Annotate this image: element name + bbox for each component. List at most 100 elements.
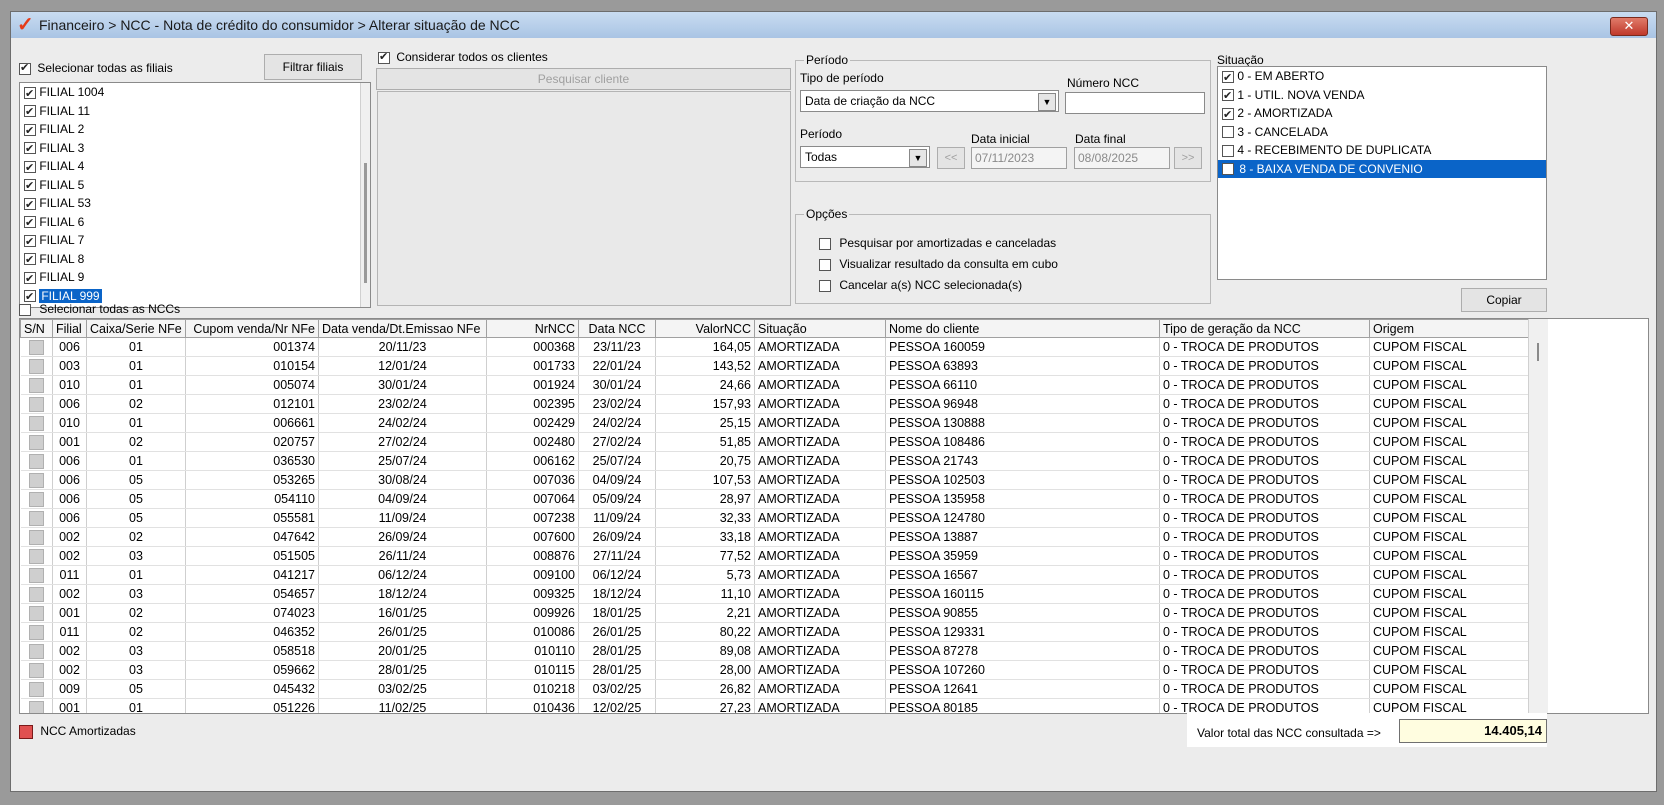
table-row[interactable]: 010 01 006661 24/02/24 002429 24/02/24 25,15 AM… <box>20 413 1529 433</box>
row-checkbox[interactable] <box>28 605 44 621</box>
row-select-cell[interactable] <box>20 527 53 547</box>
table-row[interactable]: 006 02 012101 23/02/24 002395 23/02/24 157,93 A… <box>20 394 1529 414</box>
table-row[interactable]: 002 03 051505 26/11/24 008876 27/11/24 77,52 AM… <box>20 546 1529 566</box>
situacao-item[interactable]: 2 - AMORTIZADA <box>1218 104 1546 124</box>
checkbox-icon[interactable] <box>24 233 36 251</box>
filiais-list[interactable]: FILIAL 1004 FILIAL 11 FILIAL 2 FILIAL 3 … <box>19 82 371 308</box>
filial-item[interactable]: FILIAL 4 <box>20 157 370 177</box>
row-select-cell[interactable] <box>20 451 53 471</box>
table-row[interactable]: 002 03 054657 18/12/24 009325 18/12/24 11,10 AM… <box>20 584 1529 604</box>
row-checkbox[interactable] <box>28 548 44 564</box>
checkbox-icon[interactable] <box>24 288 36 307</box>
row-select-cell[interactable] <box>20 641 53 661</box>
filial-item[interactable]: FILIAL 11 <box>20 102 370 122</box>
column-header[interactable]: Tipo de geração da NCC <box>1159 319 1370 338</box>
row-checkbox[interactable] <box>28 491 44 507</box>
column-header[interactable]: Nome do cliente <box>885 319 1160 338</box>
row-select-cell[interactable] <box>20 603 53 623</box>
checkbox-icon[interactable] <box>1222 163 1234 176</box>
checkbox-icon[interactable] <box>1222 144 1234 157</box>
row-checkbox[interactable] <box>28 586 44 602</box>
situacao-item[interactable]: 3 - CANCELADA <box>1218 123 1546 142</box>
checkbox-icon[interactable] <box>24 122 36 140</box>
next-period-button[interactable]: >> <box>1174 147 1202 169</box>
row-checkbox[interactable] <box>28 339 44 355</box>
column-header[interactable]: Data NCC <box>578 319 656 338</box>
situacao-item[interactable]: 0 - EM ABERTO <box>1218 67 1546 87</box>
option-cancelar-ncc[interactable]: Cancelar a(s) NCC selecionada(s) <box>819 278 1022 292</box>
checkbox-icon[interactable] <box>1222 106 1234 124</box>
table-row[interactable]: 006 05 055581 11/09/24 007238 11/09/24 32,33 AM… <box>20 508 1529 528</box>
filiais-scrollbar[interactable] <box>360 83 370 307</box>
row-checkbox[interactable] <box>28 643 44 659</box>
chevron-down-icon[interactable]: ▼ <box>1038 93 1056 111</box>
filiais-scroll-thumb[interactable] <box>364 163 367 283</box>
chevron-down-icon[interactable]: ▼ <box>909 149 927 167</box>
table-row[interactable]: 002 03 059662 28/01/25 010115 28/01/25 28,00 AM… <box>20 660 1529 680</box>
data-inicial-input[interactable]: 07/11/2023 <box>971 147 1067 169</box>
checkbox-icon[interactable] <box>24 159 36 177</box>
checkbox-icon[interactable] <box>24 214 36 233</box>
numero-ncc-input[interactable] <box>1065 92 1205 114</box>
row-select-cell[interactable] <box>20 679 53 699</box>
row-checkbox[interactable] <box>28 434 44 450</box>
column-header[interactable]: NrNCC <box>486 319 579 338</box>
table-row[interactable]: 006 05 054110 04/09/24 007064 05/09/24 28,97 AM… <box>20 489 1529 509</box>
row-checkbox[interactable] <box>28 415 44 431</box>
data-final-input[interactable]: 08/08/2025 <box>1074 147 1170 169</box>
row-select-cell[interactable] <box>20 622 53 642</box>
row-checkbox[interactable] <box>28 700 44 713</box>
row-checkbox[interactable] <box>28 624 44 640</box>
checkbox-icon[interactable] <box>24 196 36 214</box>
row-select-cell[interactable] <box>20 546 53 566</box>
option-amortizadas-canceladas[interactable]: Pesquisar por amortizadas e canceladas <box>819 236 1056 250</box>
column-header[interactable]: Origem <box>1369 319 1529 338</box>
column-header[interactable]: Situação <box>754 319 886 338</box>
checkbox-icon[interactable] <box>24 140 36 159</box>
table-row[interactable]: 011 02 046352 26/01/25 010086 26/01/25 80,22 AM… <box>20 622 1529 642</box>
situacao-list[interactable]: 0 - EM ABERTO 1 - UTIL. NOVA VENDA 2 - A… <box>1217 66 1547 280</box>
grid-scroll-thumb[interactable] <box>1537 343 1539 361</box>
close-button[interactable]: ✕ <box>1610 17 1648 36</box>
row-checkbox[interactable] <box>28 453 44 469</box>
checkbox-icon[interactable] <box>1222 69 1234 87</box>
checkbox-icon[interactable] <box>24 85 36 103</box>
filial-item[interactable]: FILIAL 8 <box>20 250 370 270</box>
column-header[interactable]: Cupom venda/Nr NFe <box>185 319 319 338</box>
checkbox-icon[interactable] <box>1222 87 1234 106</box>
table-row[interactable]: 009 05 045432 03/02/25 010218 03/02/25 26,82 AM… <box>20 679 1529 699</box>
row-checkbox[interactable] <box>28 472 44 488</box>
tipo-periodo-select[interactable]: Data de criação da NCC ▼ <box>800 90 1059 112</box>
filial-item[interactable]: FILIAL 5 <box>20 176 370 196</box>
row-select-cell[interactable] <box>20 470 53 490</box>
filial-item[interactable]: FILIAL 3 <box>20 139 370 159</box>
row-checkbox[interactable] <box>28 358 44 374</box>
table-row[interactable]: 006 01 001374 20/11/23 000368 23/11/23 164,05 A… <box>20 337 1529 357</box>
table-row[interactable]: 001 02 020757 27/02/24 002480 27/02/24 51,85 AM… <box>20 432 1529 452</box>
row-checkbox[interactable] <box>28 681 44 697</box>
row-select-cell[interactable] <box>20 413 53 433</box>
periodo-select[interactable]: Todas ▼ <box>800 146 930 168</box>
consider-all-clients-checkbox[interactable]: Considerar todos os clientes <box>378 50 548 64</box>
table-row[interactable]: 001 01 051226 11/02/25 010436 12/02/25 27,23 AM… <box>20 698 1529 713</box>
table-row[interactable]: 011 01 041217 06/12/24 009100 06/12/24 5,73 AMO… <box>20 565 1529 585</box>
checkbox-icon[interactable] <box>24 103 36 122</box>
column-header[interactable]: Filial <box>52 319 87 338</box>
table-row[interactable]: 003 01 010154 12/01/24 001733 22/01/24 143,52 A… <box>20 356 1529 376</box>
filial-item[interactable]: FILIAL 9 <box>20 268 370 288</box>
row-select-cell[interactable] <box>20 394 53 414</box>
clients-list[interactable] <box>377 91 791 306</box>
filial-item[interactable]: FILIAL 1004 <box>20 83 370 103</box>
option-visualizar-cubo[interactable]: Visualizar resultado da consulta em cubo <box>819 257 1058 271</box>
table-row[interactable]: 010 01 005074 30/01/24 001924 30/01/24 24,66 AM… <box>20 375 1529 395</box>
table-row[interactable]: 006 05 053265 30/08/24 007036 04/09/24 107,53 A… <box>20 470 1529 490</box>
prev-period-button[interactable]: << <box>937 147 965 169</box>
search-client-button[interactable]: Pesquisar cliente <box>376 68 791 90</box>
row-checkbox[interactable] <box>28 377 44 393</box>
checkbox-icon[interactable] <box>24 270 36 288</box>
table-row[interactable]: 001 02 074023 16/01/25 009926 18/01/25 2,21 AMO… <box>20 603 1529 623</box>
copy-button[interactable]: Copiar <box>1461 288 1547 312</box>
checkbox-icon[interactable] <box>1222 126 1234 139</box>
column-header[interactable]: ValorNCC <box>655 319 755 338</box>
table-row[interactable]: 006 01 036530 25/07/24 006162 25/07/24 20,75 AM… <box>20 451 1529 471</box>
